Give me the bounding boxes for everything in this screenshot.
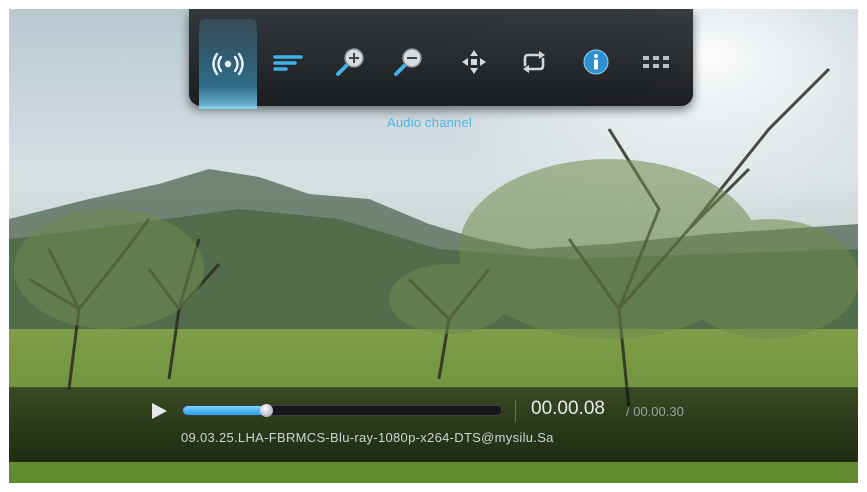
audio-channel-button[interactable] <box>199 19 257 109</box>
current-time: 00.00.08 <box>531 398 605 419</box>
progress-fill <box>183 406 266 415</box>
zoom-in-icon <box>333 45 367 79</box>
toolbar-tooltip: Audio channel <box>387 115 472 130</box>
zoom-out-icon <box>391 45 425 79</box>
info-icon <box>582 48 610 76</box>
progress-track[interactable] <box>182 404 502 417</box>
subtitle-button[interactable] <box>259 17 317 107</box>
progress-handle[interactable] <box>259 404 273 417</box>
more-icon <box>641 54 671 70</box>
play-icon[interactable] <box>150 402 168 425</box>
info-button[interactable] <box>567 17 625 107</box>
more-button[interactable] <box>627 17 685 107</box>
pan-button[interactable] <box>445 17 503 107</box>
playback-bar: 00.00.08 / 00.00.30 09.03.25.LHA-FBRMCS-… <box>9 387 858 462</box>
file-name: 09.03.25.LHA-FBRMCS-Blu-ray-1080p-x264-D… <box>181 430 554 445</box>
audio-channel-icon <box>211 51 245 77</box>
subtitle-icon <box>272 52 304 72</box>
divider <box>515 400 516 422</box>
video-frame: Audio channel 00.00.08 / 00.00.30 09.03.… <box>9 9 858 483</box>
repeat-button[interactable] <box>505 17 563 107</box>
zoom-out-button[interactable] <box>379 17 437 107</box>
pan-icon <box>460 48 488 76</box>
toolbar <box>189 9 693 109</box>
total-time: / 00.00.30 <box>626 404 684 419</box>
zoom-in-button[interactable] <box>321 17 379 107</box>
repeat-icon <box>519 49 549 75</box>
